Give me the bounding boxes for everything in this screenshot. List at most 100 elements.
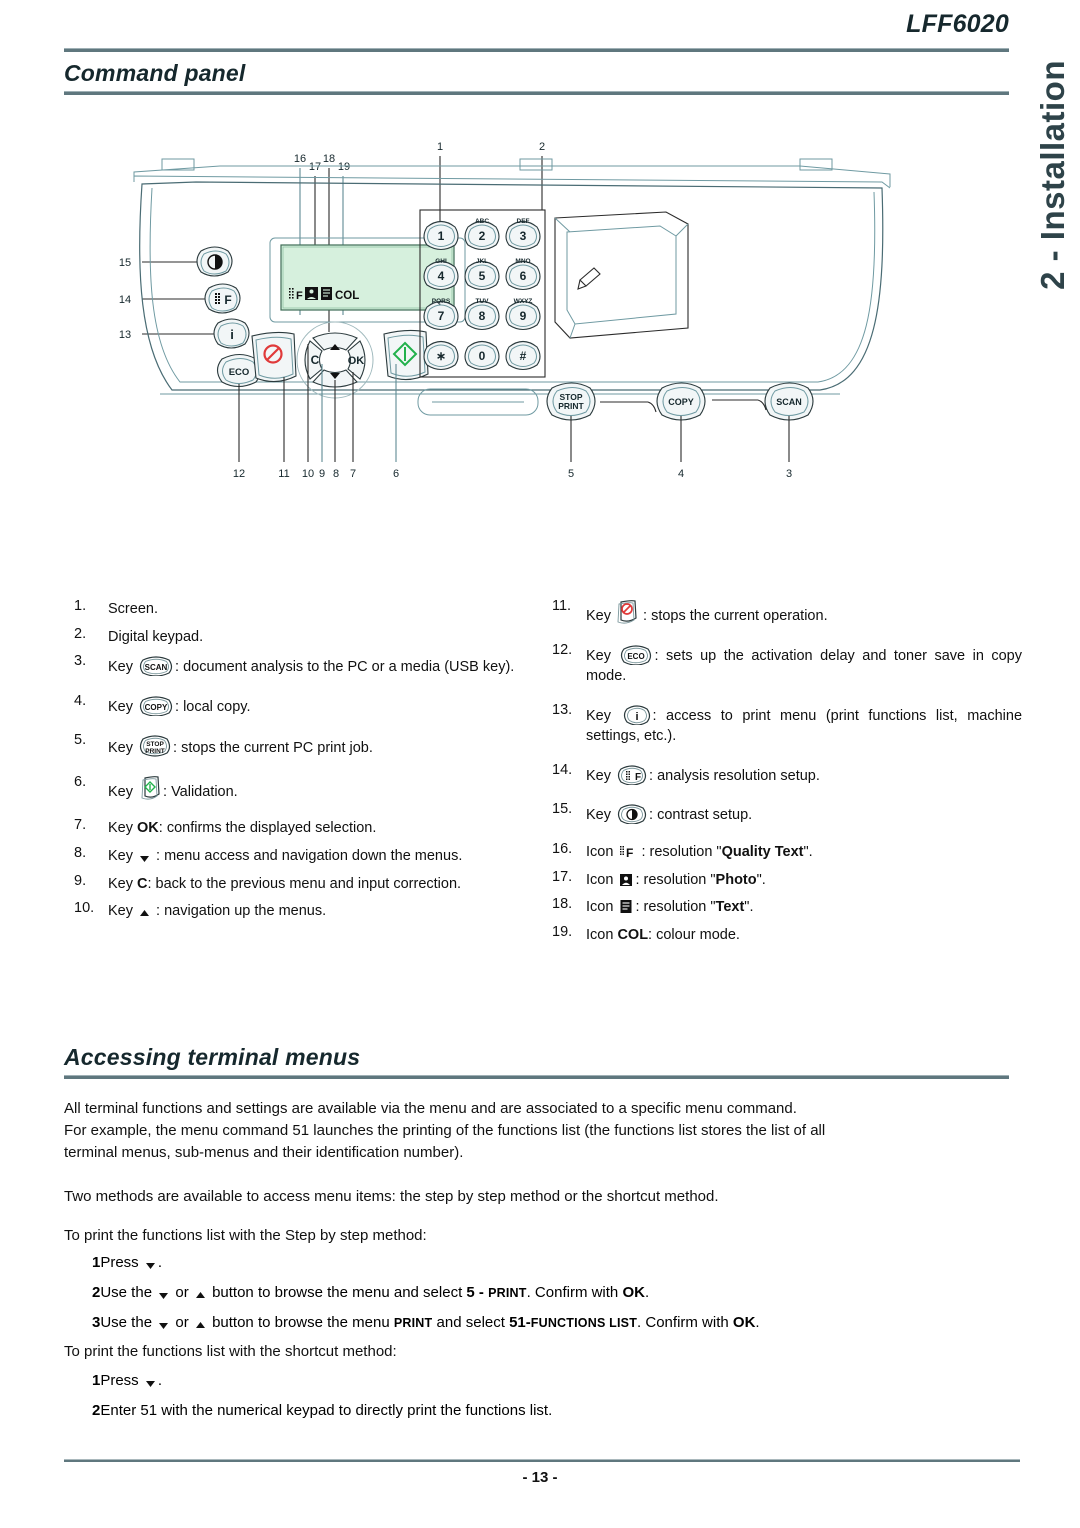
legend-item-text: Key STOP PRINT: stops the current PC pri…: [108, 730, 544, 759]
menu-name: FUNCTIONS LIST: [530, 1315, 638, 1330]
legend-item-text: Key COPY: local copy.: [108, 691, 544, 718]
legend-item: 4. Key COPY: local copy.: [74, 691, 544, 718]
stop-key-icon: [617, 599, 641, 625]
legend-item-number: 15.: [552, 801, 573, 818]
legend-item-text: Icon : resolution "Text".: [586, 899, 754, 916]
svg-text:9: 9: [319, 468, 325, 480]
keypad-letters-label: JKL: [476, 258, 488, 265]
legend-item-number: 5.: [74, 732, 87, 749]
legend-emphasis: COL: [617, 926, 649, 943]
document-feeder-tray: [554, 211, 689, 339]
header-divider: [64, 48, 1009, 52]
keypad-digit-label: 3: [520, 229, 527, 243]
keypad-letters-label: WXYZ: [514, 298, 533, 305]
legend-list-right: 11. Key : stops the current operation. 12.…: [552, 596, 1022, 949]
legend-item-text: Screen.: [108, 601, 158, 617]
intro-paragraph: All terminal functions and settings are …: [64, 1098, 1012, 1164]
keypad-digit-label: 5: [479, 269, 486, 283]
svg-text:18: 18: [323, 153, 335, 165]
svg-text:C: C: [311, 353, 320, 367]
legend-item-text: Key : menu access and navigation down th…: [108, 848, 463, 865]
copy-key-icon: COPY: [139, 694, 173, 716]
lcd-icon-photo: [305, 287, 318, 300]
svg-text:2: 2: [539, 141, 545, 153]
section-underline: [64, 91, 1009, 95]
legend-item: 14. Key F: analysis resolution setup.: [552, 760, 1022, 787]
legend-item-number: 4.: [74, 692, 87, 709]
procedure-step-number: 2: [92, 1401, 101, 1419]
legend-item-text: Key F: analysis resolution setup.: [586, 760, 1022, 787]
legend-item: 1. Screen.: [74, 596, 544, 620]
validation-key-icon: [139, 775, 161, 801]
eco-key-icon: ECO: [620, 643, 652, 665]
legend-item-text: Key : navigation up the menus.: [108, 903, 327, 920]
svg-text:STOP: STOP: [146, 741, 164, 748]
stop-key: [251, 331, 297, 383]
chapter-side-tab: 2 - Installation: [1014, 60, 1074, 360]
legend-item-number: 2.: [74, 625, 87, 642]
procedure-step-number: 1: [92, 1254, 101, 1271]
svg-text:10: 10: [302, 468, 314, 480]
procedure-step-text: Use the or button to browse the menu PRI…: [100, 1313, 760, 1331]
svg-text:6: 6: [393, 468, 399, 480]
legend-emphasis: Text: [715, 899, 745, 916]
svg-text:SCAN: SCAN: [776, 397, 802, 407]
copy-key: COPY: [656, 382, 706, 421]
page-number: - 13 -: [522, 1469, 558, 1486]
svg-text:16: 16: [294, 153, 306, 165]
svg-text:PRINT: PRINT: [558, 401, 584, 411]
legend-item-text: Icon F : resolution "Quality Text".: [586, 844, 813, 861]
keypad-digit-label: 7: [438, 309, 445, 323]
legend-item: 12. Key ECO: sets up the activation delay…: [552, 640, 1022, 687]
keypad-letters-label: MNO: [515, 258, 530, 265]
page-header: LFF6020: [64, 10, 1009, 58]
svg-text:4: 4: [678, 468, 684, 480]
arrow-up-icon: [195, 1291, 206, 1300]
procedure-step-number: 3: [92, 1313, 101, 1331]
svg-text:SCAN: SCAN: [145, 663, 168, 672]
svg-text:COPY: COPY: [145, 703, 168, 712]
legend-item-text: Key : stops the current operation.: [586, 596, 1022, 627]
section-title: Command panel: [64, 60, 246, 86]
legend-emphasis: Quality Text: [721, 844, 804, 861]
legend-item-number: 19.: [552, 923, 573, 940]
procedure-step-text: Press .: [100, 1254, 163, 1271]
pencil-icon: [577, 267, 601, 290]
stop-print-key-icon: STOP PRINT: [139, 733, 171, 757]
contrast-key: [196, 246, 233, 277]
section-underline: [64, 1075, 1009, 1079]
step-by-step-intro: To print the functions list with the Ste…: [64, 1227, 427, 1244]
quality-text-icon: F: [619, 845, 635, 859]
legend-item: 18. Icon : resolution "Text".: [552, 894, 1022, 918]
legend-item-text: Key : contrast setup.: [586, 799, 1022, 826]
procedure-step: 1 Press .: [64, 1370, 1012, 1392]
legend-item: 8. Key : menu access and navigation down …: [74, 843, 544, 867]
legend-item: 16. Icon F : resolution "Quality Text".: [552, 839, 1022, 863]
legend-item-number: 11.: [552, 598, 572, 614]
legend-item-number: 3.: [74, 653, 87, 670]
legend-emphasis: C: [137, 875, 148, 892]
legend-item-number: 17.: [552, 868, 573, 885]
arrow-down-icon: [158, 1291, 169, 1300]
shortcut-list: 1 Press . 2 Enter 51 with the numerical key…: [64, 1370, 1012, 1430]
legend-item-text: Key ECO: sets up the activation delay an…: [586, 640, 1022, 687]
legend-item: 19. Icon COL: colour mode.: [552, 922, 1022, 946]
menu-name: PRINT: [488, 1285, 527, 1300]
legend-item: 9. Key C: back to the previous menu and i…: [74, 871, 544, 895]
lcd-icon-text: [321, 287, 332, 300]
keypad-digit-label: 6: [520, 269, 527, 283]
svg-text:F: F: [635, 772, 641, 783]
procedure-step-number: 1: [92, 1372, 101, 1389]
procedure-step-number: 2: [92, 1283, 101, 1301]
svg-text:F: F: [626, 846, 633, 859]
keypad-digit-label: 8: [479, 309, 486, 323]
legend-item: 15. Key : contrast setup.: [552, 799, 1022, 826]
resolution-key-icon: F: [617, 763, 647, 785]
two-methods-paragraph: Two methods are available to access menu…: [64, 1188, 719, 1205]
chapter-side-tab-label: 2 - Installation: [1034, 60, 1071, 290]
svg-text:F: F: [296, 290, 303, 302]
svg-text:F: F: [224, 293, 231, 307]
model-name: LFF6020: [906, 10, 1009, 38]
keypad-letters-label: GHI: [435, 258, 447, 265]
legend-item: 10. Key : navigation up the menus.: [74, 898, 544, 922]
